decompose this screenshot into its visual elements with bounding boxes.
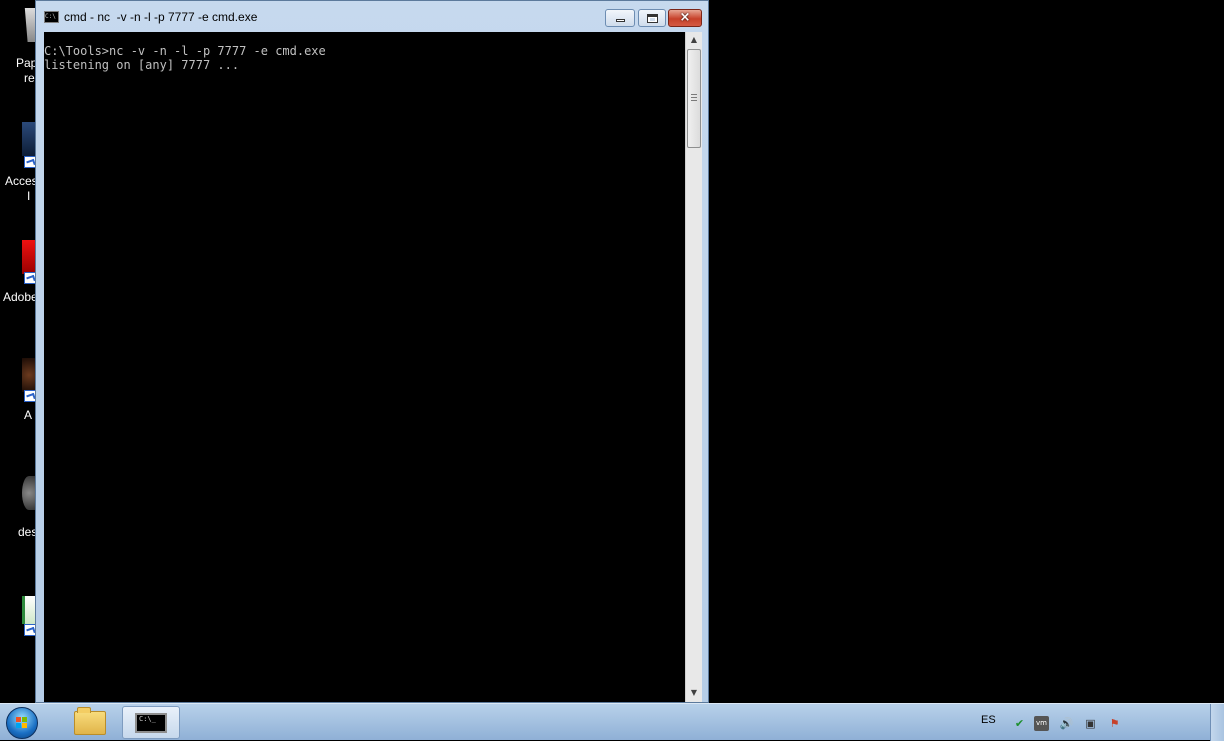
close-icon: × — [679, 10, 691, 25]
vertical-scrollbar[interactable]: ▲ ▼ — [685, 32, 702, 702]
recycle-bin-icon — [24, 8, 36, 42]
scroll-up-button[interactable]: ▲ — [686, 32, 702, 48]
desktop-icon-label: I — [27, 189, 31, 203]
console-icon: C:\_ — [135, 713, 167, 733]
console-output[interactable]: C:\Tools>nc -v -n -l -p 7777 -e cmd.exe … — [44, 32, 685, 702]
desktop-icon-recycle[interactable]: Pap re — [0, 8, 40, 88]
app-shortcut-icon — [22, 122, 36, 156]
desktop-icon-label: A — [24, 408, 33, 422]
taskbar-explorer-button[interactable] — [63, 706, 117, 739]
desktop-icon-a[interactable]: A — [0, 358, 40, 428]
folder-icon — [74, 707, 106, 735]
desktop-icon-adobe[interactable]: Adobe — [0, 240, 40, 310]
close-button[interactable]: × — [668, 9, 702, 27]
minimize-icon — [616, 19, 625, 22]
console-line-command: C:\Tools>nc -v -n -l -p 7777 -e cmd.exe — [44, 44, 326, 58]
network-icon[interactable]: ▣ — [1083, 716, 1098, 731]
volume-icon[interactable]: 🔊 — [1059, 716, 1074, 731]
app-shortcut-icon — [22, 358, 36, 392]
action-center-icon[interactable]: ⚑ — [1107, 716, 1122, 731]
desktop-icon-access[interactable]: Acces I — [0, 122, 40, 204]
desktop-icon-label: re — [24, 71, 35, 85]
maximize-icon — [647, 14, 658, 23]
vmware-icon[interactable]: vm — [1034, 716, 1049, 731]
console-line-output: listening on [any] 7777 ... — [44, 58, 240, 72]
window-title: cmd - nc -v -n -l -p 7777 -e cmd.exe — [64, 10, 258, 24]
desktop-icon-label: Adobe — [3, 290, 38, 304]
cmd-window[interactable]: C:\ cmd - nc -v -n -l -p 7777 -e cmd.exe… — [35, 0, 709, 703]
security-shield-icon[interactable]: ✔ — [1012, 716, 1027, 731]
start-button[interactable] — [6, 707, 38, 739]
grip-icon — [691, 94, 697, 101]
console-icon: C:\ — [44, 11, 59, 23]
window-titlebar[interactable]: C:\ cmd - nc -v -n -l -p 7777 -e cmd.exe… — [36, 1, 708, 31]
scroll-thumb[interactable] — [687, 49, 701, 148]
desktop-icon-des[interactable]: des — [0, 476, 40, 546]
minimize-button[interactable] — [605, 9, 635, 27]
document-shortcut-icon — [22, 596, 36, 624]
windows-start-icon — [16, 717, 28, 729]
scroll-down-button[interactable]: ▼ — [686, 685, 702, 701]
desktop-icon-doc[interactable] — [0, 596, 40, 640]
gear-shortcut-icon — [22, 476, 36, 510]
show-desktop-button[interactable] — [1210, 704, 1224, 741]
maximize-button[interactable] — [638, 9, 666, 27]
adobe-shortcut-icon — [22, 240, 36, 274]
taskbar: C:\_ ES ✔ vm 🔊 ▣ ⚑ — [0, 703, 1224, 741]
desktop-icon-label: Acces — [5, 174, 38, 188]
language-indicator[interactable]: ES — [981, 714, 996, 726]
taskbar-cmd-button[interactable]: C:\_ — [122, 706, 180, 739]
